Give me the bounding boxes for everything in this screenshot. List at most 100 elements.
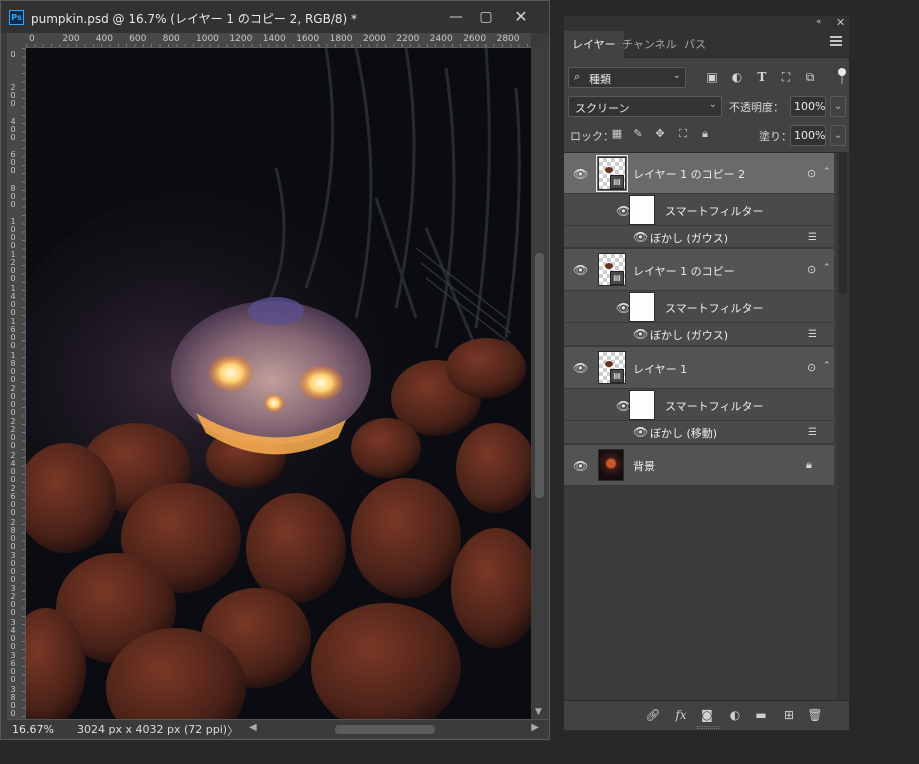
- lock-image-pixels-icon[interactable]: ✎: [631, 127, 645, 141]
- horizontal-ruler[interactable]: 0 200 400 600 800 1000 1200 1400 1600 1800 2000 220…: [26, 33, 531, 48]
- smart-filter-row[interactable]: 👁︎ スマートフィルター: [564, 291, 834, 323]
- ruler-v-label: 3 4 0 0: [10, 617, 16, 651]
- background-thumbnail[interactable]: [598, 449, 624, 481]
- opacity-field[interactable]: 100%: [790, 96, 826, 117]
- smart-filter-row[interactable]: 👁︎ スマートフィルター: [564, 194, 834, 226]
- filter-row[interactable]: 👁︎ ぼかし (ガウス) ☰: [564, 323, 834, 346]
- panel-header-bar[interactable]: « ✕: [564, 16, 849, 31]
- horizontal-scroll-thumb[interactable]: [335, 725, 435, 734]
- collapse-chevron-icon[interactable]: ⌃: [823, 167, 831, 177]
- smart-object-filter-icon[interactable]: ⧉: [803, 70, 817, 84]
- ruler-v-label: 1 8 0 0: [10, 350, 16, 384]
- visibility-eye-icon[interactable]: 👁︎: [616, 400, 631, 412]
- smart-object-badge-icon: ▤: [610, 369, 624, 383]
- filter-name[interactable]: ぼかし (移動): [650, 425, 717, 441]
- visibility-eye-icon[interactable]: 👁︎: [616, 205, 631, 217]
- filter-kind-value: 種類: [589, 73, 611, 86]
- smart-object-badge-icon: ▤: [610, 271, 624, 285]
- panel-close-icon[interactable]: ✕: [836, 16, 845, 29]
- document-title-bar[interactable]: Ps pumpkin.psd @ 16.7% (レイヤー 1 のコピー 2, R…: [1, 1, 549, 33]
- image-canvas[interactable]: [26, 48, 531, 719]
- filter-mask-thumbnail[interactable]: [629, 292, 655, 322]
- panel-menu-icon[interactable]: [830, 36, 842, 48]
- add-mask-icon[interactable]: ◙: [699, 707, 715, 723]
- ruler-h-label: 1600: [296, 34, 320, 44]
- filter-blending-options-icon[interactable]: ☰: [808, 232, 820, 243]
- filter-blending-options-icon[interactable]: ☰: [808, 329, 820, 340]
- layers-panel: « ✕ レイヤー チャンネル パス ⌕ 種類 ⌄ ▣ ◐ T ⛶ ⧉ スクリーン…: [563, 15, 850, 731]
- smart-filter-row[interactable]: 👁︎ スマートフィルター: [564, 389, 834, 421]
- filter-name[interactable]: ぼかし (ガウス): [650, 327, 728, 343]
- link-layers-icon[interactable]: 🔗︎: [645, 707, 661, 723]
- layer-list-scrollbar[interactable]: [837, 153, 849, 701]
- visibility-eye-icon[interactable]: 👁︎: [573, 264, 588, 276]
- layer-name[interactable]: レイヤー 1 のコピー 2: [633, 166, 745, 182]
- visibility-eye-icon[interactable]: 👁︎: [573, 362, 588, 374]
- layer-list-scroll-thumb[interactable]: [839, 153, 847, 293]
- fill-field[interactable]: 100%: [790, 125, 826, 146]
- vertical-scrollbar[interactable]: ▼: [531, 48, 549, 719]
- layer-thumbnail[interactable]: ▤: [598, 351, 626, 384]
- type-filter-icon[interactable]: T: [755, 70, 769, 84]
- collapse-chevron-icon[interactable]: ⌃: [823, 361, 831, 371]
- smart-filter-link-icon: ⊙: [807, 167, 817, 180]
- visibility-eye-icon[interactable]: 👁︎: [573, 460, 588, 472]
- blend-mode-select[interactable]: スクリーン ⌄: [568, 96, 722, 117]
- collapse-chevron-icon[interactable]: ⌃: [823, 263, 831, 273]
- lock-all-icon[interactable]: 🔒︎: [698, 127, 712, 141]
- layer-filter-kind-select[interactable]: ⌕ 種類 ⌄: [568, 67, 686, 88]
- shape-filter-icon[interactable]: ⛶: [779, 70, 793, 84]
- status-menu-arrow-icon[interactable]: 〉: [227, 722, 239, 739]
- layer-thumbnail[interactable]: ▤: [598, 253, 626, 286]
- collapse-panel-icon[interactable]: «: [816, 17, 822, 27]
- filter-row[interactable]: 👁︎ ぼかし (移動) ☰: [564, 421, 834, 444]
- resize-grip[interactable]: [697, 726, 719, 729]
- visibility-eye-icon[interactable]: 👁︎: [616, 302, 631, 314]
- new-group-icon[interactable]: ▬: [753, 707, 769, 723]
- visibility-eye-icon[interactable]: 👁︎: [633, 426, 648, 438]
- layer-row[interactable]: 👁︎ 背景 🔒︎: [564, 445, 834, 486]
- visibility-eye-icon[interactable]: 👁︎: [573, 168, 588, 180]
- adjustment-layer-icon[interactable]: ◐: [727, 707, 743, 723]
- scroll-down-icon[interactable]: ▼: [535, 707, 542, 717]
- close-button[interactable]: ✕: [506, 5, 536, 29]
- fx-icon[interactable]: fx: [673, 707, 689, 723]
- vertical-ruler[interactable]: 0 2 0 0 4 0 0 6 0 0 8 0 0 1 0 0 01 2 0 01 4 0…: [7, 48, 26, 719]
- filter-toggle-switch[interactable]: [838, 68, 846, 84]
- lock-label: ロック：: [570, 130, 614, 143]
- filter-mask-thumbnail[interactable]: [629, 390, 655, 420]
- filter-blending-options-icon[interactable]: ☰: [808, 427, 820, 438]
- filter-row[interactable]: 👁︎ ぼかし (ガウス) ☰: [564, 226, 834, 248]
- vertical-scroll-thumb[interactable]: [535, 253, 544, 498]
- scroll-right-icon[interactable]: ▶: [531, 722, 539, 733]
- lock-position-icon[interactable]: ✥: [653, 127, 667, 141]
- ruler-origin[interactable]: [7, 33, 26, 48]
- horizontal-scrollbar[interactable]: ◀ ▶: [247, 720, 547, 739]
- visibility-eye-icon[interactable]: 👁︎: [633, 328, 648, 340]
- filter-name[interactable]: ぼかし (ガウス): [650, 230, 728, 246]
- new-layer-icon[interactable]: ⊞: [781, 707, 797, 723]
- layer-row[interactable]: 👁︎ ▤ レイヤー 1 のコピー ⊙ ⌃: [564, 249, 834, 291]
- minimize-button[interactable]: —: [441, 5, 471, 29]
- tab-paths[interactable]: パス: [676, 31, 714, 58]
- layer-thumbnail[interactable]: ▤: [596, 155, 628, 192]
- ruler-h-label: 2000: [363, 34, 386, 44]
- fill-dropdown-icon[interactable]: ⌄: [830, 125, 846, 146]
- filter-mask-thumbnail[interactable]: [629, 195, 655, 225]
- visibility-eye-icon[interactable]: 👁︎: [633, 231, 648, 243]
- tab-channels[interactable]: チャンネル: [614, 31, 685, 58]
- zoom-level-field[interactable]: 16.67%: [7, 720, 61, 739]
- lock-artboard-icon[interactable]: ⛶: [676, 127, 690, 141]
- layer-name[interactable]: レイヤー 1 のコピー: [633, 263, 735, 279]
- scroll-left-icon[interactable]: ◀: [249, 722, 257, 733]
- layer-row[interactable]: 👁︎ ▤ レイヤー 1 ⊙ ⌃: [564, 347, 834, 389]
- image-filter-icon[interactable]: ▣: [705, 70, 719, 84]
- layer-row[interactable]: 👁︎ ▤ レイヤー 1 のコピー 2 ⊙ ⌃: [564, 153, 834, 194]
- layer-name[interactable]: 背景: [633, 458, 655, 474]
- opacity-dropdown-icon[interactable]: ⌄: [830, 96, 846, 117]
- adjustment-filter-icon[interactable]: ◐: [730, 70, 744, 84]
- layer-name[interactable]: レイヤー 1: [633, 361, 687, 377]
- lock-transparent-pixels-icon[interactable]: ▦: [610, 127, 624, 141]
- trash-icon[interactable]: 🗑︎: [807, 707, 823, 723]
- maximize-button[interactable]: ▢: [471, 5, 501, 29]
